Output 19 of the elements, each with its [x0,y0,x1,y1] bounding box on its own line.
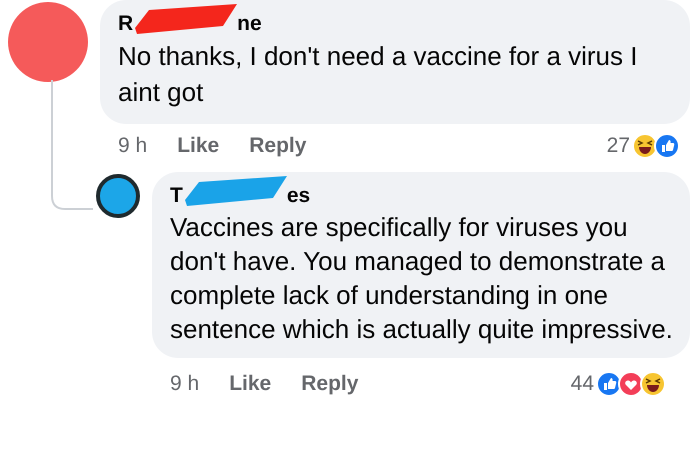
laughing-face-icon [640,371,666,397]
author-name[interactable]: ne [237,10,262,38]
avatar[interactable] [96,174,140,218]
like-link[interactable]: Like [229,368,272,400]
author-name[interactable]: T [170,182,183,210]
thumbs-up-icon [596,371,622,397]
author-name[interactable]: R [118,10,134,38]
timestamp: 9 h [170,371,200,398]
reply-link[interactable]: Reply [249,130,306,162]
laughing-face-icon [632,133,658,159]
timestamp: 9 h [118,133,148,160]
comment-text: Vaccines are specifically for viruses you don't have. You managed to demonstrate a complete lack of understanding in one sentence which is actually quite impressive. [170,211,674,346]
reaction-count[interactable]: 44 [570,368,594,400]
reaction-count[interactable]: 27 [606,130,630,162]
thumbs-up-icon [654,133,680,159]
like-link[interactable]: Like [177,130,220,162]
author-name[interactable]: es [286,182,310,210]
reply-link[interactable]: Reply [301,368,358,400]
comment-text: No thanks, I don't need a vaccine for a virus I aint got [118,40,638,109]
